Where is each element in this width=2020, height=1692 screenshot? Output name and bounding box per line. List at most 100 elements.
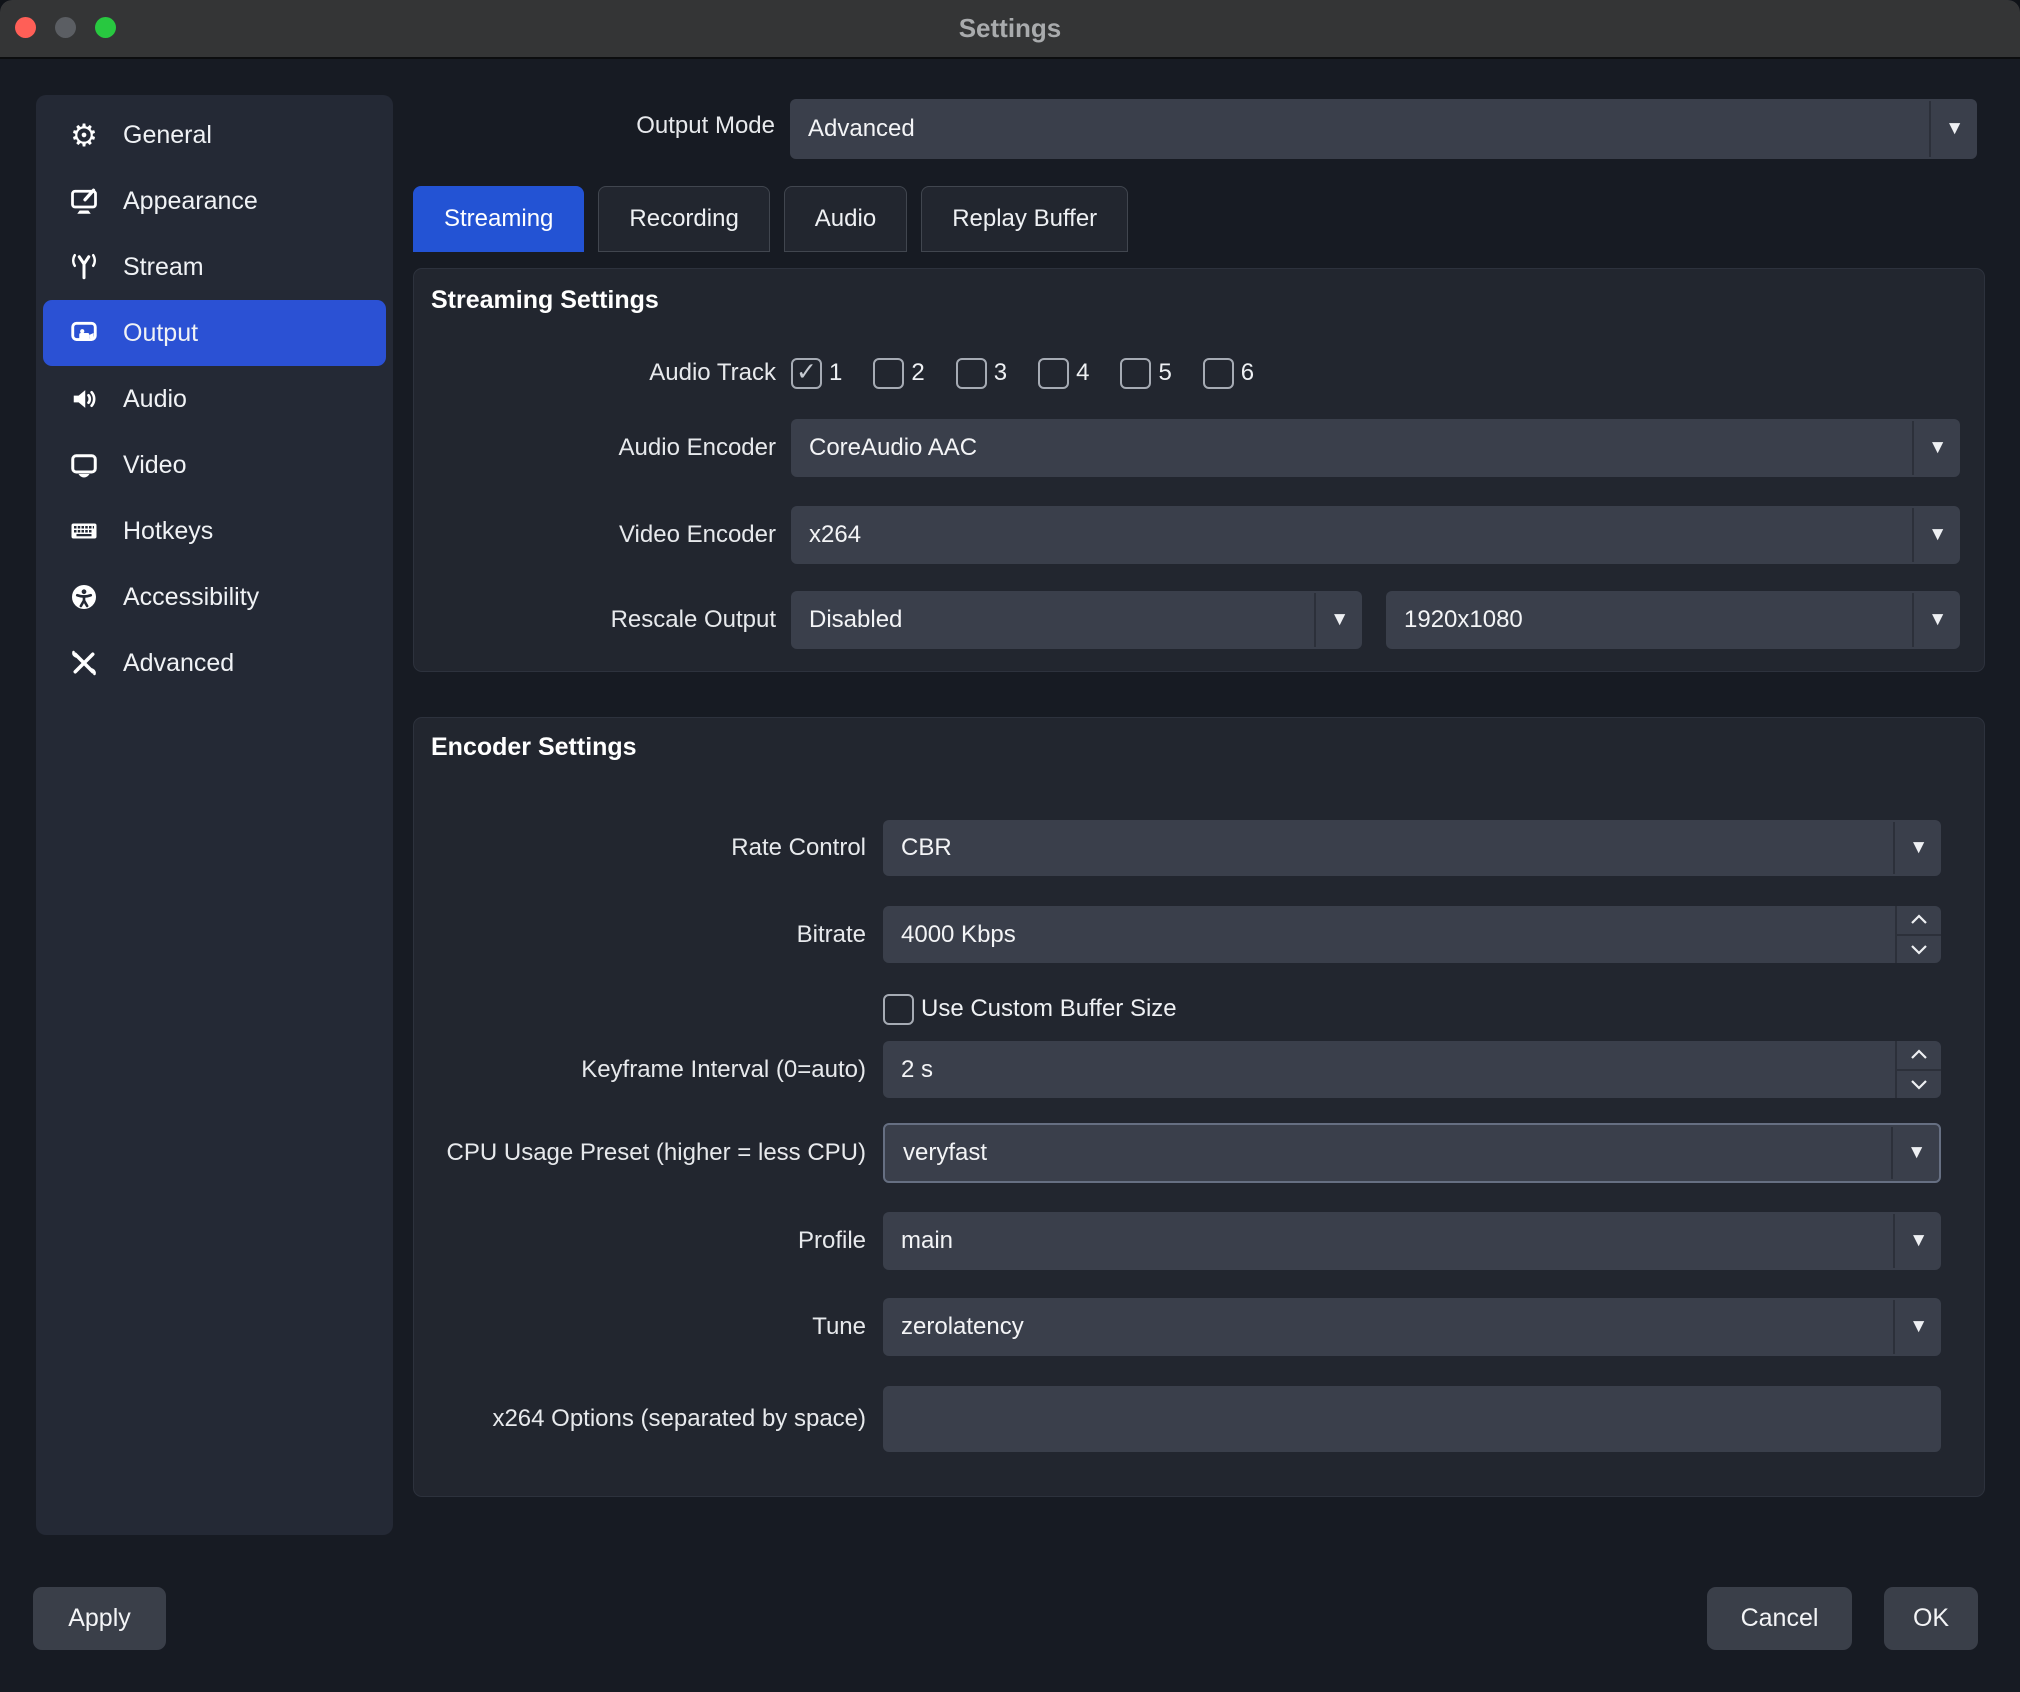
keyboard-icon bbox=[67, 514, 101, 548]
rescale-resolution-dropdown[interactable]: 1920x1080 ▼ bbox=[1386, 591, 1960, 649]
cpu-preset-row: CPU Usage Preset (higher = less CPU) ver… bbox=[414, 1123, 1941, 1183]
x264-options-label: x264 Options (separated by space) bbox=[414, 1405, 866, 1433]
sidebar-item-label: Output bbox=[123, 319, 198, 348]
output-mode-dropdown[interactable]: Advanced ▼ bbox=[790, 99, 1977, 159]
audio-track-5-checkbox[interactable]: ✓ bbox=[1120, 358, 1151, 389]
chevron-down-icon: ▼ bbox=[1909, 1316, 1928, 1338]
video-encoder-dropdown[interactable]: x264 ▼ bbox=[791, 506, 1960, 564]
custom-buffer-row: ✓ Use Custom Buffer Size bbox=[414, 991, 1941, 1027]
sidebar-item-label: Appearance bbox=[123, 187, 258, 216]
audio-track-1-checkbox[interactable]: ✓ bbox=[791, 358, 822, 389]
speaker-icon bbox=[67, 382, 101, 416]
tab-replay-buffer[interactable]: Replay Buffer bbox=[921, 186, 1128, 252]
rate-control-dropdown[interactable]: CBR ▼ bbox=[883, 820, 1941, 876]
audio-track-3-checkbox[interactable]: ✓ bbox=[956, 358, 987, 389]
rescale-mode-dropdown[interactable]: Disabled ▼ bbox=[791, 591, 1362, 649]
audio-track-6-checkbox[interactable]: ✓ bbox=[1203, 358, 1234, 389]
monitor-icon bbox=[67, 448, 101, 482]
sidebar-item-label: General bbox=[123, 121, 212, 150]
chevron-down-icon: ▼ bbox=[1909, 837, 1928, 859]
apply-button[interactable]: Apply bbox=[33, 1587, 166, 1650]
chevron-down-icon: ▼ bbox=[1907, 1142, 1926, 1164]
audio-track-2-checkbox[interactable]: ✓ bbox=[873, 358, 904, 389]
x264-options-row: x264 Options (separated by space) bbox=[414, 1386, 1941, 1452]
bitrate-label: Bitrate bbox=[414, 921, 866, 949]
keyframe-interval-row: Keyframe Interval (0=auto) 2 s bbox=[414, 1041, 1941, 1098]
chevron-down-icon: ▼ bbox=[1928, 524, 1947, 546]
chevron-down-icon: ▼ bbox=[1928, 609, 1947, 631]
profile-label: Profile bbox=[414, 1227, 866, 1255]
tune-row: Tune zerolatency ▼ bbox=[414, 1298, 1941, 1356]
rate-control-label: Rate Control bbox=[414, 834, 866, 862]
sidebar-item-label: Audio bbox=[123, 385, 187, 414]
video-encoder-row: Video Encoder x264 ▼ bbox=[414, 506, 1960, 564]
divider bbox=[1929, 101, 1931, 157]
profile-dropdown[interactable]: main ▼ bbox=[883, 1212, 1941, 1270]
bitrate-spinner[interactable]: 4000 Kbps bbox=[883, 906, 1941, 963]
use-custom-buffer-checkbox[interactable]: ✓ bbox=[883, 994, 914, 1025]
settings-window: Settings ⚙ General Appearance Stream Out… bbox=[0, 0, 2020, 1692]
use-custom-buffer-label: Use Custom Buffer Size bbox=[921, 995, 1177, 1023]
sidebar-item-appearance[interactable]: Appearance bbox=[43, 168, 386, 234]
ok-button[interactable]: OK bbox=[1884, 1587, 1978, 1650]
keyframe-interval-label: Keyframe Interval (0=auto) bbox=[414, 1056, 866, 1084]
sidebar-item-output[interactable]: Output bbox=[43, 300, 386, 366]
sidebar-item-video[interactable]: Video bbox=[43, 432, 386, 498]
divider bbox=[1893, 1214, 1895, 1268]
output-mode-label: Output Mode bbox=[500, 112, 775, 140]
encoder-settings-title: Encoder Settings bbox=[431, 733, 637, 762]
sidebar-item-general[interactable]: ⚙ General bbox=[43, 102, 386, 168]
divider bbox=[1893, 822, 1895, 874]
rescale-output-row: Rescale Output Disabled ▼ 1920x1080 ▼ bbox=[414, 591, 1960, 649]
window-title: Settings bbox=[0, 0, 2020, 57]
divider bbox=[1912, 593, 1914, 647]
tools-icon bbox=[67, 646, 101, 680]
sidebar-item-label: Accessibility bbox=[123, 583, 259, 612]
video-encoder-label: Video Encoder bbox=[414, 521, 776, 549]
divider bbox=[1893, 1300, 1895, 1354]
output-tabs: Streaming Recording Audio Replay Buffer bbox=[413, 186, 1128, 252]
streaming-settings-panel: Streaming Settings Audio Track ✓1 ✓2 ✓3 … bbox=[413, 268, 1985, 672]
keyframe-interval-spinner[interactable]: 2 s bbox=[883, 1041, 1941, 1098]
title-bar: Settings bbox=[0, 0, 2020, 59]
tune-dropdown[interactable]: zerolatency ▼ bbox=[883, 1298, 1941, 1356]
bitrate-row: Bitrate 4000 Kbps bbox=[414, 906, 1941, 963]
sidebar-item-label: Stream bbox=[123, 253, 204, 282]
rescale-output-label: Rescale Output bbox=[414, 606, 776, 634]
tab-recording[interactable]: Recording bbox=[598, 186, 769, 252]
tab-streaming[interactable]: Streaming bbox=[413, 186, 584, 252]
cpu-preset-label: CPU Usage Preset (higher = less CPU) bbox=[414, 1139, 866, 1167]
audio-track-4-checkbox[interactable]: ✓ bbox=[1038, 358, 1069, 389]
sidebar-item-stream[interactable]: Stream bbox=[43, 234, 386, 300]
streaming-settings-title: Streaming Settings bbox=[431, 286, 659, 315]
tune-label: Tune bbox=[414, 1313, 866, 1341]
sidebar-item-label: Hotkeys bbox=[123, 517, 213, 546]
chevron-down-icon: ▼ bbox=[1945, 118, 1964, 140]
audio-track-checkboxes: ✓1 ✓2 ✓3 ✓4 ✓5 ✓6 bbox=[791, 358, 1254, 389]
sidebar-item-hotkeys[interactable]: Hotkeys bbox=[43, 498, 386, 564]
display-brush-icon bbox=[67, 184, 101, 218]
cancel-button[interactable]: Cancel bbox=[1707, 1587, 1852, 1650]
sidebar-item-advanced[interactable]: Advanced bbox=[43, 630, 386, 696]
audio-track-row: Audio Track ✓1 ✓2 ✓3 ✓4 ✓5 ✓6 bbox=[414, 355, 1960, 391]
sidebar-item-audio[interactable]: Audio bbox=[43, 366, 386, 432]
settings-sidebar: ⚙ General Appearance Stream Output Aud bbox=[36, 95, 393, 1535]
accessibility-icon bbox=[67, 580, 101, 614]
increment-button[interactable] bbox=[1897, 1041, 1941, 1071]
divider bbox=[1314, 593, 1316, 647]
chevron-down-icon: ▼ bbox=[1330, 609, 1349, 631]
output-mode-value: Advanced bbox=[808, 115, 915, 143]
audio-encoder-dropdown[interactable]: CoreAudio AAC ▼ bbox=[791, 419, 1960, 477]
audio-encoder-row: Audio Encoder CoreAudio AAC ▼ bbox=[414, 419, 1960, 477]
gear-icon: ⚙ bbox=[67, 118, 101, 152]
increment-button[interactable] bbox=[1897, 906, 1941, 936]
decrement-button[interactable] bbox=[1897, 1071, 1941, 1099]
divider bbox=[1912, 508, 1914, 562]
cpu-preset-dropdown[interactable]: veryfast ▼ bbox=[883, 1123, 1941, 1183]
x264-options-input[interactable] bbox=[883, 1386, 1941, 1452]
sidebar-item-label: Video bbox=[123, 451, 187, 480]
sidebar-item-accessibility[interactable]: Accessibility bbox=[43, 564, 386, 630]
divider bbox=[1912, 421, 1914, 475]
tab-audio[interactable]: Audio bbox=[784, 186, 907, 252]
decrement-button[interactable] bbox=[1897, 936, 1941, 964]
